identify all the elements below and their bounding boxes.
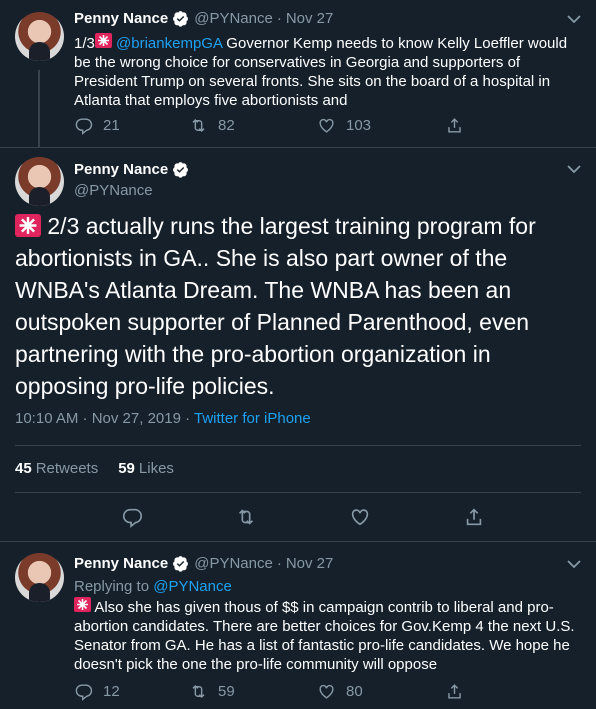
author-name[interactable]: Penny Nance (74, 10, 168, 27)
share-icon (448, 118, 461, 133)
tweet-actions (0, 506, 596, 528)
retweet-icon (192, 684, 205, 699)
like-button[interactable]: 103 (317, 116, 445, 135)
author-handle[interactable]: @PYNance (74, 182, 153, 199)
avatar[interactable] (15, 553, 64, 602)
reply-icon (75, 118, 93, 135)
share-button[interactable] (445, 116, 474, 135)
like-count: 103 (346, 117, 372, 134)
thread-line (38, 70, 40, 148)
reply-icon[interactable] (121, 506, 143, 528)
tweet-text: Also she has given thous of $$ in campai… (74, 597, 584, 674)
tweet-text: 2/3 actually runs the largest training p… (15, 210, 585, 402)
tweet-number: 1/3 (74, 35, 95, 52)
reply-button[interactable]: 12 (74, 682, 189, 701)
reply-button[interactable]: 21 (74, 116, 189, 135)
siren-emoji (15, 210, 41, 242)
author-name[interactable]: Penny Nance (74, 161, 168, 178)
like-icon (319, 684, 334, 699)
verified-badge-icon (173, 556, 189, 572)
retweet-button[interactable]: 82 (189, 116, 317, 135)
divider (15, 445, 581, 446)
reply-count: 21 (103, 117, 120, 134)
retweets-count: 45 (15, 460, 32, 477)
siren-emoji (74, 597, 91, 617)
siren-emoji (94, 33, 112, 53)
mention-link[interactable]: @briankempGA (116, 35, 222, 52)
replying-label: Replying to (74, 578, 154, 595)
likes-stat[interactable]: 59 Likes (118, 460, 174, 477)
author-handle[interactable]: @PYNance (194, 555, 273, 572)
tweet-date[interactable]: Nov 27 (286, 10, 334, 27)
share-icon[interactable] (463, 506, 485, 528)
avatar[interactable] (15, 157, 64, 206)
avatar[interactable] (15, 12, 64, 61)
retweet-button[interactable]: 59 (189, 682, 317, 701)
like-count: 80 (346, 683, 363, 700)
tweet-meta: 10:10 AM · Nov 27, 2019 · Twitter for iP… (15, 410, 311, 427)
tweet-timestamp[interactable]: 10:10 AM · Nov 27, 2019 · (15, 410, 194, 427)
verified-badge-icon (173, 11, 189, 27)
divider (0, 541, 596, 542)
likes-count: 59 (118, 460, 135, 477)
share-icon (448, 684, 461, 699)
retweet-icon (192, 118, 205, 133)
tweet-body: Also she has given thous of $$ in campai… (74, 599, 575, 673)
separator-dot: · (276, 10, 282, 27)
reply-count: 12 (103, 683, 120, 700)
like-icon[interactable] (349, 506, 371, 528)
tweet-stats: 45 Retweets 59 Likes (15, 460, 194, 477)
likes-label: Likes (138, 460, 174, 477)
reply-icon (75, 684, 93, 701)
divider (15, 492, 581, 493)
retweet-count: 59 (218, 683, 235, 700)
retweet-icon[interactable] (235, 506, 257, 528)
retweets-label: Retweets (35, 460, 99, 477)
separator-dot: · (276, 555, 282, 572)
tweet-date[interactable]: Nov 27 (286, 555, 334, 572)
author-name[interactable]: Penny Nance (74, 555, 168, 572)
retweets-stat[interactable]: 45 Retweets (15, 460, 98, 477)
share-button[interactable] (445, 682, 474, 701)
replying-handle[interactable]: @PYNance (153, 578, 232, 595)
like-icon (319, 118, 334, 133)
tweet-body: 2/3 actually runs the largest training p… (15, 213, 536, 399)
tweet-source[interactable]: Twitter for iPhone (194, 410, 311, 427)
tweet-text: 1/3 @briankempGA Governor Kemp needs to … (74, 33, 584, 110)
divider (0, 147, 596, 148)
chevron-down-icon[interactable] (567, 559, 581, 569)
replying-to: Replying to @PYNance (74, 577, 232, 596)
tweet-actions: 12 59 80 (74, 682, 504, 701)
verified-badge-icon (173, 162, 189, 178)
tweet-actions: 21 82 103 (74, 116, 504, 135)
chevron-down-icon[interactable] (567, 164, 581, 174)
retweet-count: 82 (218, 117, 235, 134)
chevron-down-icon[interactable] (567, 14, 581, 24)
like-button[interactable]: 80 (317, 682, 445, 701)
author-handle[interactable]: @PYNance (194, 10, 273, 27)
